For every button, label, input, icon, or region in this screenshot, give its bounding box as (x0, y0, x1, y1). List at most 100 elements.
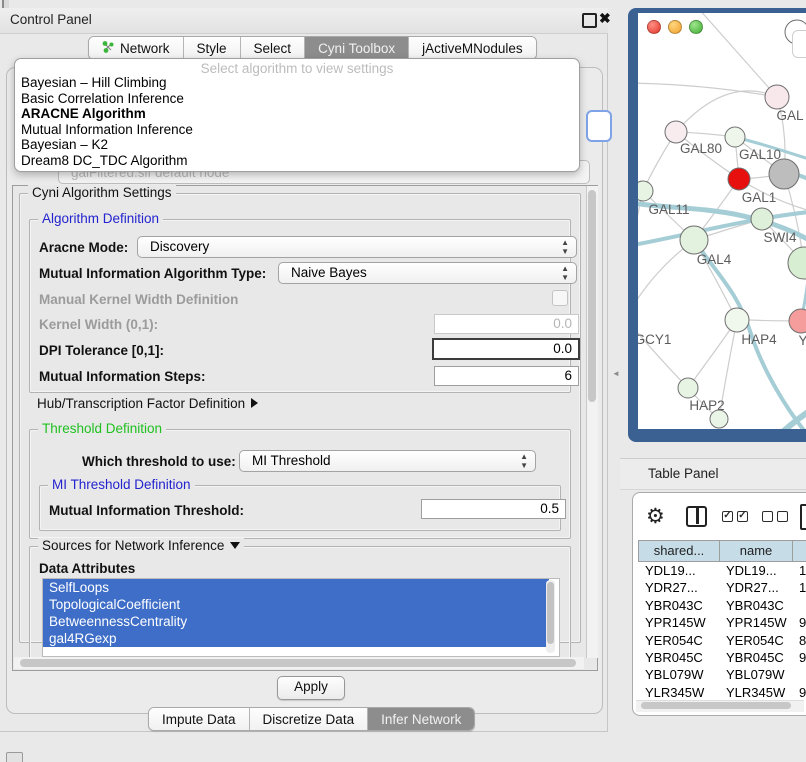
table-row[interactable]: YDR27...YDR27...12 (638, 579, 806, 596)
table-cell: YBR043C (638, 597, 719, 614)
table-row[interactable]: YBR043CYBR043C (638, 597, 806, 614)
table-cell: 9. (792, 649, 806, 666)
deselect-all-checkbox-icon[interactable] (762, 511, 773, 522)
table-row[interactable]: YBL079WYBL079W (638, 666, 806, 683)
node-label: GAL80 (680, 141, 722, 156)
tab-infer-network[interactable]: Infer Network (368, 708, 474, 730)
network-node-gal10[interactable] (725, 127, 745, 147)
aracne-mode-combo[interactable]: Discovery ▲▼ (137, 236, 577, 258)
tab-discretize-data[interactable]: Discretize Data (250, 708, 369, 730)
minimized-panel-icon[interactable] (6, 752, 23, 762)
network-node[interactable] (710, 410, 728, 428)
zoom-traffic-light-icon[interactable] (689, 20, 703, 34)
tab-label: jActiveMNodules (422, 41, 523, 56)
network-node-gal1[interactable] (728, 168, 750, 190)
mi-type-combo[interactable]: Naive Bayes ▲▼ (278, 262, 577, 284)
expanded-arrow-icon (230, 542, 240, 549)
settings-vertical-scrollbar-thumb[interactable] (588, 190, 596, 402)
attributes-scrollbar-thumb[interactable] (547, 582, 554, 644)
select-all-checkbox-icon[interactable]: ✓ (737, 511, 748, 522)
deselect-all-checkbox-icon[interactable] (777, 511, 788, 522)
column-header[interactable]: shared... (638, 540, 719, 562)
column-header[interactable]: A (792, 540, 806, 562)
network-node-hap2[interactable] (678, 378, 698, 398)
tab-impute-data[interactable]: Impute Data (149, 708, 250, 730)
network-node-y[interactable] (789, 309, 806, 333)
table-row[interactable]: YLR345WYLR345W9. (638, 684, 806, 700)
tab-jactivemnodules[interactable]: jActiveMNodules (409, 37, 536, 59)
minimize-traffic-light-icon[interactable] (668, 20, 682, 34)
network-edge (688, 320, 737, 388)
network-edge (676, 91, 777, 132)
close-traffic-light-icon[interactable] (647, 20, 661, 34)
hub-definition-toggle[interactable]: Hub/Transcription Factor Definition (37, 396, 258, 411)
table-row[interactable]: YBR045CYBR045C9. (638, 649, 806, 666)
network-node-gal4[interactable] (680, 226, 708, 254)
network-node-gal11[interactable] (638, 181, 653, 201)
tab-label: Cyni Toolbox (318, 41, 395, 56)
table-row[interactable]: YER054CYER054C8. (638, 632, 806, 649)
tab-cyni-toolbox[interactable]: Cyni Toolbox (305, 37, 409, 59)
tab-network[interactable]: Network (89, 37, 184, 59)
network-node-gal80[interactable] (665, 121, 687, 143)
network-node-gal[interactable] (765, 85, 789, 109)
group-title: Threshold Definition (38, 421, 166, 436)
document-icon[interactable] (800, 504, 806, 530)
dpi-tolerance-label: DPI Tolerance [0,1]: (39, 343, 164, 358)
tab-label: Style (197, 41, 227, 56)
node-label: GAL4 (697, 252, 732, 267)
manual-kernel-checkbox[interactable] (552, 290, 568, 306)
table-row[interactable]: YPR145WYPR145W9. (638, 614, 806, 631)
divider-grabber[interactable]: ◄ (612, 369, 618, 378)
tab-label: Infer Network (381, 712, 461, 727)
gear-icon[interactable]: ⚙ (646, 504, 665, 529)
network-node-swi4[interactable] (751, 208, 773, 230)
column-header[interactable]: name (719, 540, 792, 562)
network-node[interactable] (769, 159, 799, 189)
mi-steps-label: Mutual Information Steps: (39, 369, 206, 384)
algorithm-option[interactable]: Dream8 DC_TDC Algorithm (15, 153, 579, 169)
kernel-width-field[interactable]: 0.0 (434, 314, 579, 334)
table-cell: 9. (792, 684, 806, 700)
mi-threshold-field[interactable]: 0.5 (421, 499, 566, 519)
table-row[interactable]: YDL19...YDL19...13 (638, 562, 806, 579)
dpi-tolerance-field[interactable]: 0.0 (432, 338, 580, 360)
algorithm-option[interactable]: ARACNE Algorithm (15, 106, 579, 122)
table-cell: 8. (792, 632, 806, 649)
algorithm-option[interactable]: Mutual Information Inference (15, 122, 579, 138)
tab-select[interactable]: Select (241, 37, 306, 59)
mi-threshold-label: Mutual Information Threshold: (49, 503, 244, 518)
network-canvas[interactable]: GALGAL80GAL10GAL1GAL11SWI4GAL4GCY1HAP4YH… (638, 13, 806, 429)
attribute-item[interactable]: TopologicalCoefficient (43, 596, 549, 613)
table-cell: 13 (792, 562, 806, 579)
attribute-item[interactable]: BetweennessCentrality (43, 613, 549, 630)
divider (696, 508, 699, 524)
network-edge (638, 240, 694, 319)
close-icon[interactable]: ✖ (599, 10, 611, 27)
network-node-hap4[interactable] (725, 308, 749, 332)
table-cell (792, 666, 806, 683)
node-table[interactable]: shared...nameA YDL19...YDL19...13YDR27..… (638, 540, 806, 700)
network-icon (102, 40, 115, 57)
attribute-item[interactable]: SelfLoops (43, 579, 549, 596)
algorithm-option[interactable]: Bayesian – K2 (15, 137, 579, 153)
which-threshold-combo[interactable]: MI Threshold ▲▼ (239, 450, 536, 472)
algorithm-option[interactable]: Basic Correlation Inference (15, 91, 579, 107)
sources-toggle[interactable]: Sources for Network Inference (38, 538, 244, 553)
select-all-checkbox-icon[interactable]: ✓ (722, 511, 733, 522)
float-window-icon[interactable] (582, 13, 597, 28)
tab-style[interactable]: Style (184, 37, 241, 59)
apply-button[interactable]: Apply (277, 676, 345, 700)
settings-horizontal-scrollbar-thumb[interactable] (20, 659, 576, 667)
algorithm-option[interactable]: Bayesian – Hill Climbing (15, 75, 579, 91)
focused-combo-fragment (586, 110, 612, 142)
table-cell: YBR043C (719, 597, 792, 614)
attribute-item[interactable]: gal4RGexp (43, 630, 549, 647)
table-horizontal-scrollbar-thumb[interactable] (641, 702, 791, 709)
data-attributes-list[interactable]: SelfLoopsTopologicalCoefficientBetweenne… (42, 578, 560, 657)
mi-steps-field[interactable]: 6 (434, 366, 579, 386)
column-layout-icon[interactable] (686, 506, 707, 527)
group-title: Algorithm Definition (38, 211, 163, 226)
network-node[interactable] (788, 247, 806, 279)
node-label: Y (798, 333, 806, 348)
